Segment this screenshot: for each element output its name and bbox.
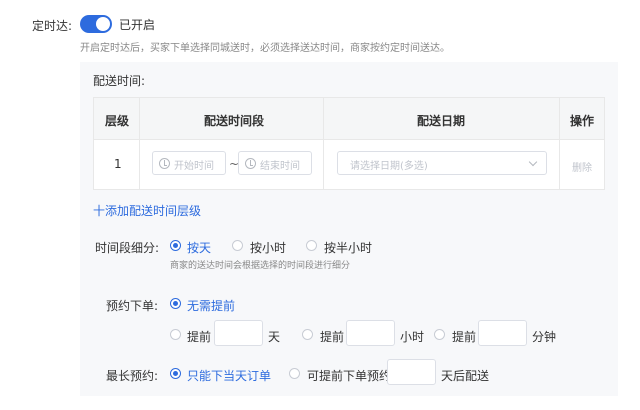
timed-delivery-hint: 开启定时达后，买家下单选择同城送时，必须选择送达时间，商家按约定时间送达。 bbox=[80, 43, 450, 54]
header-action: 操作 bbox=[570, 114, 595, 128]
delete-row-button[interactable]: 删除 bbox=[572, 159, 592, 174]
table-divider bbox=[559, 98, 560, 189]
radio-by-day[interactable] bbox=[170, 240, 181, 251]
unit-minutes: 分钟 bbox=[532, 330, 557, 344]
start-time-placeholder: 开始时间 bbox=[174, 161, 214, 172]
granularity-label: 时间段细分: bbox=[95, 241, 160, 255]
timed-delivery-label: 定时达: bbox=[32, 19, 73, 33]
advance-minutes-input[interactable] bbox=[478, 320, 527, 346]
option-advance-minutes[interactable]: 提前 bbox=[452, 328, 476, 345]
unit-days: 天 bbox=[268, 330, 281, 344]
radio-allow-advance[interactable] bbox=[289, 368, 300, 379]
option-same-day-only[interactable]: 只能下当天订单 bbox=[187, 367, 271, 384]
option-allow-advance[interactable]: 可提前下单预约 bbox=[307, 367, 391, 384]
delivery-time-title: 配送时间: bbox=[93, 74, 146, 88]
option-by-half-hour[interactable]: 按半小时 bbox=[324, 239, 372, 256]
clock-icon bbox=[245, 158, 256, 169]
option-advance-hours[interactable]: 提前 bbox=[320, 328, 344, 345]
table-divider bbox=[323, 98, 324, 189]
advance-hours-input[interactable] bbox=[346, 320, 395, 346]
radio-advance-days[interactable] bbox=[170, 329, 181, 340]
add-time-level-link[interactable]: 十添加配送时间层级 bbox=[93, 202, 201, 219]
header-date: 配送日期 bbox=[417, 114, 466, 128]
advance-booking-label: 预约下单: bbox=[106, 299, 159, 313]
toggle-status-text: 已开启 bbox=[119, 18, 156, 32]
option-no-advance[interactable]: 无需提前 bbox=[187, 297, 235, 314]
start-time-input[interactable]: 开始时间 bbox=[152, 151, 226, 175]
advance-days-input[interactable] bbox=[214, 320, 263, 346]
option-by-day[interactable]: 按天 bbox=[187, 239, 211, 256]
radio-by-half-hour[interactable] bbox=[306, 240, 317, 251]
longest-booking-label: 最长预约: bbox=[106, 369, 159, 383]
unit-hours: 小时 bbox=[400, 330, 425, 344]
radio-no-advance[interactable] bbox=[170, 298, 181, 309]
unit-days-after-delivery: 天后配送 bbox=[441, 369, 490, 383]
radio-by-hour[interactable] bbox=[232, 240, 243, 251]
table-header bbox=[94, 98, 604, 140]
row-level: 1 bbox=[114, 157, 122, 171]
option-by-hour[interactable]: 按小时 bbox=[250, 239, 286, 256]
chevron-down-icon bbox=[528, 157, 538, 167]
radio-advance-hours[interactable] bbox=[302, 329, 313, 340]
radio-advance-minutes[interactable] bbox=[434, 329, 445, 340]
delivery-date-select[interactable]: 请选择日期(多选) bbox=[337, 151, 547, 175]
clock-icon bbox=[159, 158, 170, 169]
advance-days-limit-input[interactable] bbox=[387, 359, 436, 385]
delivery-time-table: 层级 配送时间段 配送日期 操作 1 开始时间 ~ 结束时间 请选择日期(多选)… bbox=[93, 97, 605, 190]
granularity-hint: 商家的送达时间会根据选择的时间段进行细分 bbox=[170, 261, 351, 271]
option-advance-days[interactable]: 提前 bbox=[187, 328, 211, 345]
timed-delivery-toggle[interactable] bbox=[80, 15, 112, 33]
header-time-range: 配送时间段 bbox=[204, 114, 265, 128]
date-placeholder: 请选择日期(多选) bbox=[350, 161, 428, 172]
toggle-knob bbox=[96, 17, 110, 31]
end-time-input[interactable]: 结束时间 bbox=[238, 151, 312, 175]
table-divider bbox=[139, 98, 140, 189]
header-level: 层级 bbox=[105, 114, 130, 128]
end-time-placeholder: 结束时间 bbox=[260, 161, 300, 172]
radio-same-day-only[interactable] bbox=[170, 368, 181, 379]
